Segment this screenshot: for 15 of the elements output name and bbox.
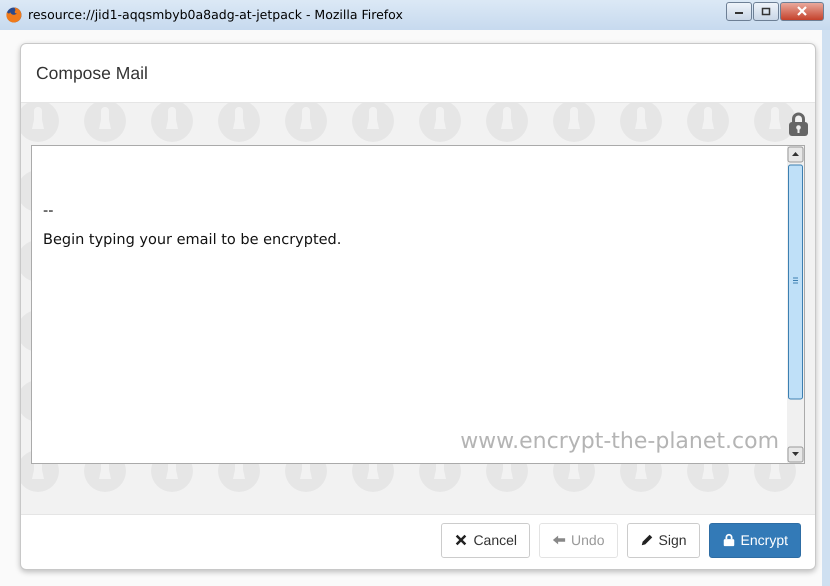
window-title: resource://jid1-aqqsmbyb0a8adg-at-jetpack - Mozilla Firefox (28, 6, 403, 24)
action-button[interactable]: Encrypt (708, 522, 801, 558)
website-watermark: www.encrypt-the-planet.com (460, 428, 779, 456)
action-button[interactable]: Cancel (441, 522, 530, 558)
maximize-icon (761, 6, 771, 16)
minimize-button[interactable] (726, 2, 752, 20)
scrollbar[interactable] (787, 146, 804, 464)
maximize-button[interactable] (753, 2, 779, 20)
close-button[interactable] (780, 2, 824, 20)
dialog-title: Compose Mail (36, 62, 148, 86)
close-icon (796, 6, 808, 16)
action-button[interactable]: Sign (626, 522, 700, 558)
lock-icon (788, 111, 809, 138)
lock-icon (722, 532, 736, 548)
firefox-icon (6, 7, 22, 23)
